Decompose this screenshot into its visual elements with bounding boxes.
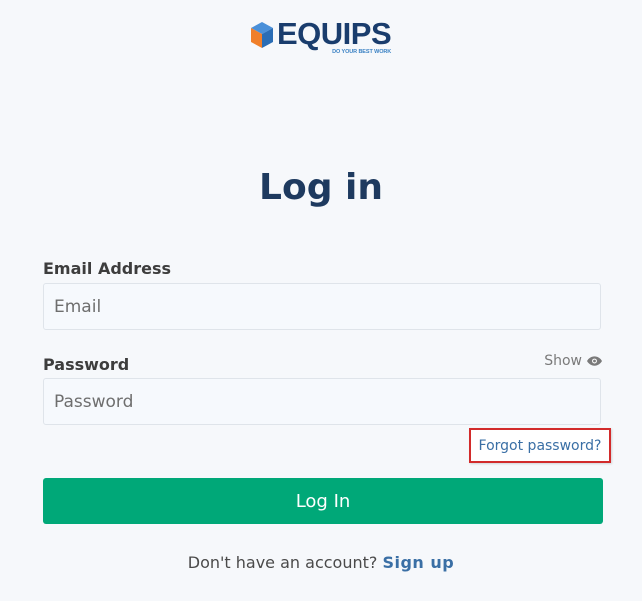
signup-link[interactable]: Sign up: [382, 553, 454, 572]
show-password-label: Show: [544, 353, 582, 369]
email-label: Email Address: [43, 259, 172, 278]
signup-prompt: Don't have an account?: [187, 553, 378, 572]
cube-logo-icon: [251, 22, 273, 48]
password-field[interactable]: [43, 378, 601, 425]
login-button[interactable]: Log In: [43, 478, 603, 524]
logo-wordmark: EQUIPS: [277, 16, 392, 51]
show-password-toggle[interactable]: Show: [544, 353, 602, 369]
login-page: EQUIPS DO YOUR BEST WORK Log in Email Ad…: [0, 0, 642, 601]
password-label: Password: [43, 355, 130, 374]
eye-icon: [587, 356, 602, 366]
forgot-password-link[interactable]: Forgot password?: [479, 438, 602, 454]
signup-prompt-line: Don't have an account? Sign up: [0, 553, 642, 572]
logo-tagline: DO YOUR BEST WORK: [332, 49, 392, 55]
page-title: Log in: [259, 167, 383, 208]
email-field[interactable]: [43, 283, 601, 330]
equips-logo: EQUIPS DO YOUR BEST WORK: [251, 16, 392, 58]
forgot-password-highlight: Forgot password?: [469, 428, 611, 463]
